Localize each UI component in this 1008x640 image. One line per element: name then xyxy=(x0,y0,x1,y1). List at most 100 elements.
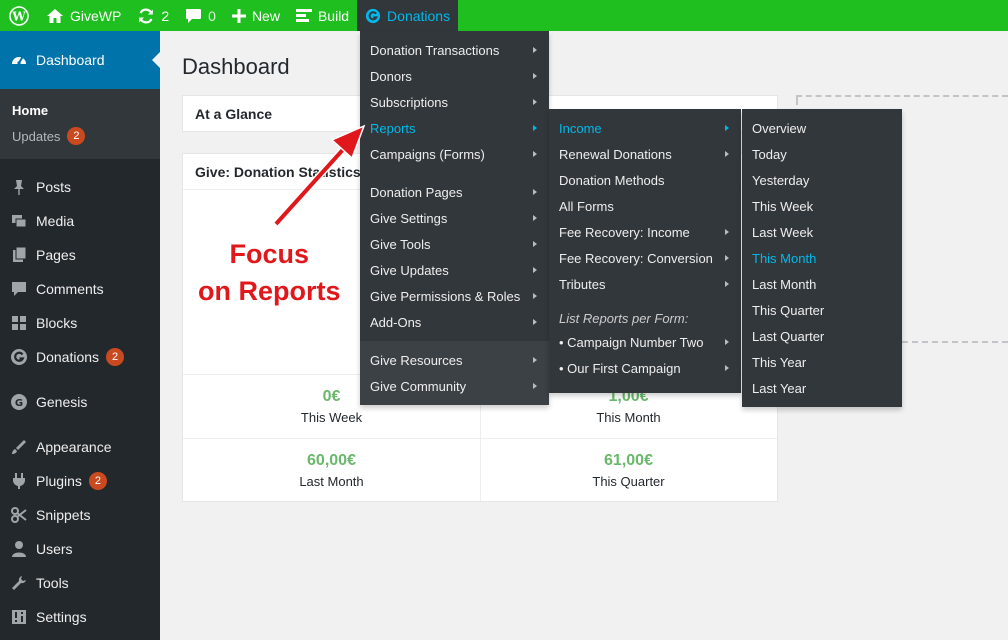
income-item-this-month[interactable]: This Month xyxy=(742,245,902,271)
donations-menu-button[interactable]: Donations xyxy=(357,0,459,31)
build-label: Build xyxy=(317,7,350,24)
menu-item-subscriptions[interactable]: Subscriptions xyxy=(360,89,549,115)
stat-label: This Month xyxy=(596,410,661,425)
menu-separator xyxy=(549,297,741,307)
sidebar-item-posts[interactable]: Posts xyxy=(0,170,160,204)
income-item-this-quarter[interactable]: This Quarter xyxy=(742,297,902,323)
income-item-last-year[interactable]: Last Year xyxy=(742,375,902,401)
submenu-home[interactable]: Home xyxy=(0,97,160,123)
reports-item-all-forms[interactable]: All Forms xyxy=(549,193,741,219)
menu-item-donation-pages[interactable]: Donation Pages xyxy=(360,179,549,205)
menu-item-label: Income xyxy=(559,120,602,136)
reports-item-renewal-donations[interactable]: Renewal Donations xyxy=(549,141,741,167)
caret-right-icon xyxy=(533,73,537,79)
form-report-our-first-campaign[interactable]: • Our First Campaign xyxy=(549,355,741,381)
caret-right-icon xyxy=(533,357,537,363)
caret-right-icon xyxy=(533,189,537,195)
reports-item-tributes[interactable]: Tributes xyxy=(549,271,741,297)
menu-item-reports[interactable]: Reports xyxy=(360,115,549,141)
menu-item-label: Last Quarter xyxy=(752,328,825,344)
updates-button[interactable]: 2 xyxy=(129,0,177,31)
sidebar-item-dashboard[interactable]: Dashboard xyxy=(0,31,160,89)
income-item-this-week[interactable]: This Week xyxy=(742,193,902,219)
sidebar-item-media[interactable]: Media xyxy=(0,204,160,238)
wordpress-icon: W xyxy=(9,5,29,26)
give-logo-icon xyxy=(365,8,381,23)
sidebar-item-settings[interactable]: Settings xyxy=(0,600,160,634)
sidebar-item-donations[interactable]: Donations 2 xyxy=(0,340,160,374)
submenu-updates[interactable]: Updates 2 xyxy=(0,123,160,149)
menu-item-donors[interactable]: Donors xyxy=(360,63,549,89)
comments-count: 0 xyxy=(208,7,216,24)
menu-item-give-settings[interactable]: Give Settings xyxy=(360,205,549,231)
media-icon xyxy=(10,212,28,230)
comment-bubble-icon xyxy=(186,8,202,23)
caret-right-icon xyxy=(533,47,537,53)
menu-item-give-resources[interactable]: Give Resources xyxy=(360,347,549,373)
income-item-last-month[interactable]: Last Month xyxy=(742,271,902,297)
wordpress-logo-button[interactable]: W xyxy=(0,0,38,31)
submenu-updates-label: Updates xyxy=(12,128,61,144)
sidebar-item-appearance[interactable]: Appearance xyxy=(0,430,160,464)
caret-right-icon xyxy=(533,293,537,299)
annotation-arrow-shaft-red xyxy=(274,142,350,226)
menu-item-give-permissions-roles[interactable]: Give Permissions & Roles xyxy=(360,283,549,309)
caret-right-icon xyxy=(533,383,537,389)
menu-item-label: Overview xyxy=(752,120,807,136)
income-item-last-quarter[interactable]: Last Quarter xyxy=(742,323,902,349)
sidebar-item-plugins[interactable]: Plugins 2 xyxy=(0,464,160,498)
income-submenu: Overview Today Yesterday This Week Last Week… xyxy=(742,109,902,407)
caret-right-icon xyxy=(725,255,729,261)
svg-text:G: G xyxy=(15,398,23,409)
new-content-button[interactable]: New xyxy=(224,0,288,31)
build-button[interactable]: Build xyxy=(288,0,357,31)
widget-dropzone-top xyxy=(796,95,1008,97)
sidebar-item-tools[interactable]: Tools xyxy=(0,566,160,600)
reports-item-fee-recovery-conversion[interactable]: Fee Recovery: Conversion xyxy=(549,245,741,271)
menu-item-campaigns-forms[interactable]: Campaigns (Forms) xyxy=(360,141,549,167)
count-badge: 2 xyxy=(88,472,107,490)
menu-item-give-community[interactable]: Give Community xyxy=(360,373,549,399)
menu-item-give-updates[interactable]: Give Updates xyxy=(360,257,549,283)
menu-item-label: • Campaign Number Two xyxy=(559,334,704,350)
income-item-today[interactable]: Today xyxy=(742,141,902,167)
comments-button[interactable]: 0 xyxy=(177,0,224,31)
menu-item-label: Fee Recovery: Conversion xyxy=(559,250,713,266)
sidebar-item-snippets[interactable]: Snippets xyxy=(0,498,160,532)
income-item-overview[interactable]: Overview xyxy=(742,115,902,141)
income-item-yesterday[interactable]: Yesterday xyxy=(742,167,902,193)
sidebar-item-label: Snippets xyxy=(36,507,91,523)
menu-item-label: Give Updates xyxy=(370,262,449,278)
menu-item-label: Today xyxy=(752,146,787,162)
menu-item-donation-transactions[interactable]: Donation Transactions xyxy=(360,37,549,63)
caret-right-icon xyxy=(725,281,729,287)
stat-value: 61,00€ xyxy=(604,452,653,469)
donations-group-settings: Donation Pages Give Settings Give Tools Giv… xyxy=(360,179,549,335)
site-name-button[interactable]: GiveWP xyxy=(38,0,129,31)
income-item-last-week[interactable]: Last Week xyxy=(742,219,902,245)
updates-count: 2 xyxy=(161,7,170,24)
income-item-this-year[interactable]: This Year xyxy=(742,349,902,375)
donations-group-resources: Give Resources Give Community xyxy=(360,341,549,405)
scissors-icon xyxy=(10,506,28,524)
user-icon xyxy=(10,540,28,558)
reports-item-fee-recovery-income[interactable]: Fee Recovery: Income xyxy=(549,219,741,245)
menu-item-add-ons[interactable]: Add-Ons xyxy=(360,309,549,335)
sidebar-item-genesis[interactable]: G Genesis xyxy=(0,385,160,419)
reports-item-income[interactable]: Income xyxy=(549,115,741,141)
sidebar-item-comments[interactable]: Comments xyxy=(0,272,160,306)
sidebar-item-pages[interactable]: Pages xyxy=(0,238,160,272)
pages-icon xyxy=(10,246,28,264)
reports-item-donation-methods[interactable]: Donation Methods xyxy=(549,167,741,193)
form-report-campaign-number-two[interactable]: • Campaign Number Two xyxy=(549,329,741,355)
sidebar-item-users[interactable]: Users xyxy=(0,532,160,566)
caret-right-icon xyxy=(725,339,729,345)
caret-right-icon xyxy=(725,365,729,371)
sidebar-item-label: Tools xyxy=(36,575,69,591)
menu-item-label: Donation Methods xyxy=(559,172,665,188)
menu-item-label: This Month xyxy=(752,250,817,266)
sidebar-item-blocks[interactable]: Blocks xyxy=(0,306,160,340)
menu-item-label: Donation Transactions xyxy=(370,42,500,58)
menu-item-give-tools[interactable]: Give Tools xyxy=(360,231,549,257)
builder-icon xyxy=(295,8,312,22)
